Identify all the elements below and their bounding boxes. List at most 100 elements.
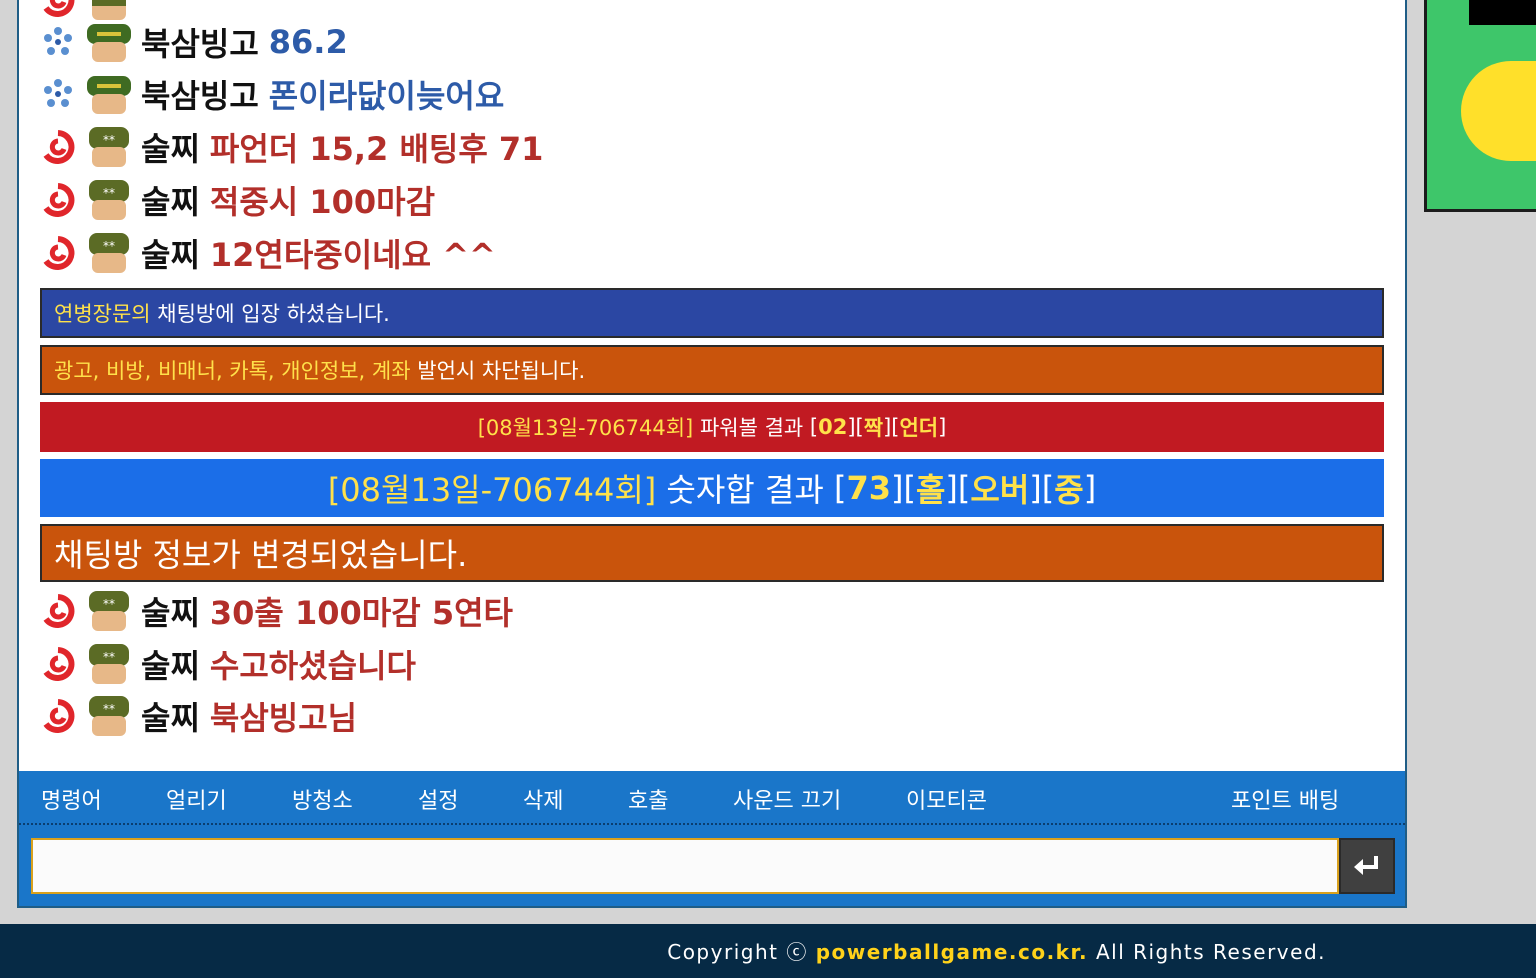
message-text: 수고하셨습니다 <box>209 647 416 685</box>
svg-text:**: ** <box>103 597 115 611</box>
side-panel <box>1424 0 1536 212</box>
chat-window: 북삼빙고 86.2 북삼빙고 폰이라닶이늦어요 ** 술찌 파언더 15,2 배… <box>17 0 1407 908</box>
bracket: ][ <box>883 415 900 439</box>
copyright-prefix: Copyright ⓒ <box>667 940 816 964</box>
bracket: ][ <box>847 415 864 439</box>
bracket: [ <box>809 415 819 439</box>
sum-oddeven: 홀 <box>915 471 946 509</box>
avatar-soldier-icon <box>87 76 131 114</box>
level-red-icon <box>39 128 77 166</box>
menu-clear-room[interactable]: 방청소 <box>292 783 353 815</box>
chat-message: ** 술찌 적중시 100마감 <box>39 174 435 226</box>
avatar-soldier-icon: ** <box>89 233 129 273</box>
menu-sound-off[interactable]: 사운드 끄기 <box>733 783 841 815</box>
avatar-soldier-icon: ** <box>89 591 129 631</box>
message-text: 폰이라닶이늦어요 <box>268 77 505 115</box>
chat-input-area <box>31 838 1395 894</box>
level-red-icon <box>39 645 77 683</box>
chat-message: ** 술찌 수고하셨습니다 <box>39 638 416 690</box>
avatar-soldier-icon: ** <box>89 696 129 736</box>
level-red-icon <box>39 234 77 272</box>
message-nick[interactable]: 북삼빙고 <box>141 71 259 117</box>
message-text: 12연타중이네요 ^^ <box>209 236 496 274</box>
bracket: ][ <box>945 469 971 507</box>
chat-message: 북삼빙고 86.2 <box>39 16 348 68</box>
info-text: 채팅방 정보가 변경되었습니다. <box>54 536 468 574</box>
copyright-suffix: All Rights Reserved. <box>1088 940 1326 964</box>
powerball-round: [08월13일-706744회] <box>477 416 694 440</box>
warning-notice-bar: 광고, 비방, 비매너, 카톡, 개인정보, 계좌 발언시 차단됩니다. <box>40 345 1384 395</box>
copyright-text: Copyright ⓒ powerballgame.co.kr. All Rig… <box>667 936 1326 965</box>
message-text: 북삼빙고님 <box>209 699 358 737</box>
enter-icon <box>1354 856 1378 875</box>
join-user[interactable]: 연병장문의 <box>54 298 151 328</box>
menu-freeze[interactable]: 얼리기 <box>166 783 227 815</box>
level-red-icon <box>39 592 77 630</box>
bracket: [ <box>833 469 847 507</box>
powerball-oddeven: 짝 <box>863 416 884 440</box>
level-red-icon <box>39 697 77 735</box>
message-text: 86.2 <box>268 23 348 61</box>
powerball-number: 02 <box>818 415 848 439</box>
menu-call[interactable]: 호출 <box>628 783 668 815</box>
bracket: ][ <box>1029 469 1055 507</box>
message-nick[interactable]: 술찌 <box>141 124 200 170</box>
toolbar-menu: 명령어 얼리기 방청소 설정 삭제 호출 사운드 끄기 이모티콘 포인트 배팅 <box>19 771 1405 825</box>
level-blue-icon <box>39 23 77 61</box>
side-panel-yellow-shape <box>1461 61 1536 161</box>
svg-text:**: ** <box>103 650 115 664</box>
sum-underover: 오버 <box>970 471 1030 509</box>
message-text: 파언더 15,2 배팅후 71 <box>209 130 544 168</box>
info-notice-bar: 채팅방 정보가 변경되었습니다. <box>40 524 1384 582</box>
avatar-soldier-icon: ** <box>89 644 129 684</box>
chat-message: ** 술찌 12연타중이네요 ^^ <box>39 227 496 279</box>
message-nick[interactable]: 술찌 <box>141 641 200 687</box>
avatar-soldier-icon: ** <box>89 180 129 220</box>
join-notice-bar: 연병장문의 채팅방에 입장 하셨습니다. <box>40 288 1384 338</box>
message-list[interactable]: 북삼빙고 86.2 북삼빙고 폰이라닶이늦어요 ** 술찌 파언더 15,2 배… <box>19 0 1405 770</box>
chat-message: ** 술찌 북삼빙고님 <box>39 690 357 742</box>
sum-round: [08월13일-706744회] <box>327 471 657 509</box>
menu-delete[interactable]: 삭제 <box>523 783 563 815</box>
bracket: ][ <box>890 469 916 507</box>
chat-toolbar: 명령어 얼리기 방청소 설정 삭제 호출 사운드 끄기 이모티콘 포인트 배팅 <box>19 771 1405 906</box>
avatar-soldier-icon: ** <box>89 127 129 167</box>
sum-number: 73 <box>846 469 891 507</box>
powerball-result-bar: [08월13일-706744회] 파워볼 결과 [02][짝][언더] <box>40 402 1384 452</box>
menu-settings[interactable]: 설정 <box>418 783 458 815</box>
message-nick[interactable]: 술찌 <box>141 230 200 276</box>
powerball-underover: 언더 <box>899 416 939 440</box>
chat-message: 북삼빙고 폰이라닶이늦어요 <box>39 68 504 120</box>
send-button[interactable] <box>1339 838 1395 894</box>
warning-keywords: 광고, 비방, 비매너, 카톡, 개인정보, 계좌 <box>54 359 411 383</box>
chat-input[interactable] <box>31 838 1339 894</box>
footer: Copyright ⓒ powerballgame.co.kr. All Rig… <box>0 924 1536 978</box>
message-text: 30출 100마감 5연타 <box>209 594 513 632</box>
bracket: ] <box>938 415 947 439</box>
join-text: 채팅방에 입장 하셨습니다. <box>157 302 390 326</box>
menu-command[interactable]: 명령어 <box>41 783 102 815</box>
copyright-site[interactable]: powerballgame.co.kr. <box>816 940 1088 964</box>
menu-emoticon[interactable]: 이모티콘 <box>906 783 987 815</box>
svg-text:**: ** <box>103 702 115 716</box>
message-text: 적중시 100마감 <box>209 183 436 221</box>
level-red-icon <box>39 181 77 219</box>
level-blue-icon <box>39 75 77 113</box>
message-nick[interactable]: 북삼빙고 <box>141 19 259 65</box>
menu-point-betting[interactable]: 포인트 배팅 <box>1231 783 1339 815</box>
svg-text:**: ** <box>103 186 115 200</box>
message-nick[interactable]: 술찌 <box>141 588 200 634</box>
sum-label: 숫자합 결과 <box>666 471 824 509</box>
powerball-label: 파워볼 결과 <box>699 416 804 440</box>
bracket: ] <box>1083 469 1097 507</box>
avatar-soldier-icon <box>87 24 131 62</box>
message-nick[interactable]: 술찌 <box>141 693 200 739</box>
message-nick[interactable]: 술찌 <box>141 177 200 223</box>
sum-result-bar: [08월13일-706744회] 숫자합 결과 [73][홀][오버][중] <box>40 459 1384 517</box>
chat-message: ** 술찌 파언더 15,2 배팅후 71 <box>39 121 543 173</box>
svg-text:**: ** <box>103 239 115 253</box>
warning-text: 발언시 차단됩니다. <box>417 359 586 383</box>
side-panel-black-block <box>1469 0 1536 25</box>
svg-text:**: ** <box>103 133 115 147</box>
chat-message: ** 술찌 30출 100마감 5연타 <box>39 585 513 637</box>
